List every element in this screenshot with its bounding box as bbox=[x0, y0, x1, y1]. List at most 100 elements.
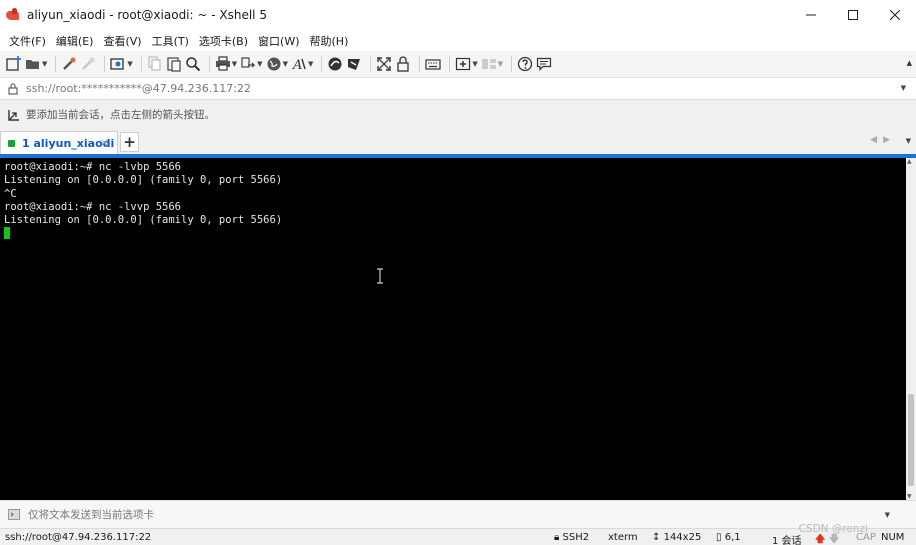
chevron-down-icon[interactable]: ▼ bbox=[885, 511, 890, 519]
scroll-up-icon[interactable]: ▲ bbox=[907, 158, 912, 165]
print-button[interactable]: ▼ bbox=[215, 53, 237, 75]
font-button[interactable]: A ▼ bbox=[291, 53, 313, 75]
status-protocol: 🔒︎ SSH2 bbox=[554, 532, 589, 543]
tab-close-icon[interactable]: × bbox=[100, 136, 109, 149]
reconnect-button[interactable] bbox=[61, 53, 77, 75]
keyboard-icon bbox=[425, 59, 441, 70]
chevron-down-icon: ▼ bbox=[307, 60, 314, 68]
add-tab-button[interactable]: + bbox=[120, 132, 139, 152]
menu-view[interactable]: 查看(V) bbox=[98, 33, 146, 49]
toolbar-divider bbox=[321, 56, 323, 72]
close-button[interactable] bbox=[874, 0, 916, 30]
tab-bar: 1 aliyun_xiaodi × + ◀▶ ▼ bbox=[0, 129, 916, 154]
watermark: CSDN @renzi bbox=[798, 523, 868, 535]
connect-icon bbox=[63, 57, 76, 70]
terminal-line: root@xiaodi:~# nc -lvbp 5566 bbox=[4, 161, 182, 173]
close-icon bbox=[890, 10, 900, 20]
menu-bar: 文件(F) 编辑(E) 查看(V) 工具(T) 选项卡(B) 窗口(W) 帮助(… bbox=[0, 30, 916, 51]
maximize-icon bbox=[848, 10, 858, 20]
terminal-line: Listening on [0.0.0.0] (family 0, port 5… bbox=[4, 174, 283, 187]
new-tab-button[interactable]: ▼ bbox=[455, 53, 478, 75]
chevron-down-icon: ▼ bbox=[231, 60, 238, 68]
copy-button[interactable] bbox=[147, 53, 163, 75]
chevron-down-icon[interactable]: ▼ bbox=[901, 84, 906, 92]
layout-button[interactable]: ▼ bbox=[481, 53, 503, 75]
font-icon: A bbox=[292, 58, 306, 72]
position-icon: ▯ bbox=[716, 532, 722, 543]
lock-button[interactable] bbox=[395, 53, 411, 75]
status-position-text: 6,1 bbox=[724, 532, 741, 543]
disconnect-icon bbox=[82, 57, 95, 70]
tab-scroll-arrows-icon[interactable]: ◀▶ bbox=[870, 135, 896, 145]
links-bar: 要添加当前会话，点击左侧的箭头按钮。 bbox=[0, 100, 916, 129]
terminal-scrollbar[interactable]: ▲ ▼ bbox=[906, 158, 916, 500]
status-num: NUM bbox=[881, 532, 905, 543]
scroll-down-icon[interactable]: ▼ bbox=[907, 493, 912, 500]
properties-icon bbox=[110, 58, 125, 70]
paste-button[interactable] bbox=[166, 53, 182, 75]
terminal-cursor bbox=[4, 227, 10, 240]
find-button[interactable] bbox=[185, 53, 201, 75]
address-bar[interactable]: ssh://root:***********@47.94.236.117:22 … bbox=[0, 78, 916, 100]
status-size-text: 144x25 bbox=[663, 532, 702, 543]
terminal-line: ^C bbox=[4, 187, 17, 200]
maximize-button[interactable] bbox=[832, 0, 874, 30]
menu-window[interactable]: 窗口(W) bbox=[253, 33, 304, 49]
toolbar-divider bbox=[140, 56, 142, 72]
new-tab-icon bbox=[456, 57, 471, 71]
new-session-icon bbox=[6, 56, 21, 71]
terminal-line: Listening on [0.0.0.0] (family 0, port 5… bbox=[4, 214, 283, 227]
xmanager-button[interactable] bbox=[346, 53, 362, 75]
toolbar-divider bbox=[104, 56, 106, 72]
menu-help[interactable]: 帮助(H) bbox=[305, 33, 354, 49]
tab-aliyun-xiaodi[interactable]: 1 aliyun_xiaodi × bbox=[0, 131, 118, 154]
fullscreen-button[interactable] bbox=[376, 53, 392, 75]
svg-text:A: A bbox=[292, 58, 302, 72]
find-icon bbox=[185, 57, 200, 72]
new-session-button[interactable] bbox=[6, 53, 22, 75]
arrow-icon[interactable] bbox=[8, 109, 20, 121]
chat-button[interactable] bbox=[536, 53, 552, 75]
toolbar: ▼ ▼ ▼ ▼ ▼ A ▼ ▼ ▼ ▲ bbox=[0, 51, 916, 78]
chevron-down-icon: ▼ bbox=[42, 60, 48, 68]
menu-edit[interactable]: 编辑(E) bbox=[51, 33, 99, 49]
minimize-button[interactable] bbox=[790, 0, 832, 30]
chevron-down-icon: ▼ bbox=[257, 60, 263, 68]
copy-icon bbox=[148, 56, 161, 71]
open-session-button[interactable]: ▼ bbox=[25, 53, 47, 75]
menu-tools[interactable]: 工具(T) bbox=[147, 33, 194, 49]
status-connection: ssh://root@47.94.236.117:22 bbox=[5, 532, 152, 543]
keyboard-button[interactable] bbox=[425, 53, 441, 75]
disconnect-button[interactable] bbox=[80, 53, 96, 75]
terminal-line: root@xiaodi:~# nc -lvvp 5566 bbox=[4, 200, 182, 213]
xftp-button[interactable] bbox=[327, 53, 343, 75]
terminal[interactable]: root@xiaodi:~# nc -lvbp 5566 Listening o… bbox=[0, 158, 906, 500]
lock-icon bbox=[397, 56, 409, 72]
transfer-icon bbox=[241, 57, 256, 68]
window-controls bbox=[790, 0, 916, 30]
status-size: ↕ 144x25 bbox=[652, 532, 701, 543]
toolbar-divider bbox=[208, 56, 210, 72]
scrollbar-thumb[interactable] bbox=[908, 394, 914, 486]
help-icon bbox=[517, 56, 533, 72]
encoding-button[interactable]: ▼ bbox=[266, 53, 288, 75]
compose-bar[interactable]: 仅将文本发送到当前选项卡 ▼ bbox=[0, 500, 916, 528]
menu-tab[interactable]: 选项卡(B) bbox=[194, 33, 253, 49]
chevron-down-icon: ▼ bbox=[472, 60, 478, 68]
chat-icon bbox=[537, 57, 552, 71]
tab-list-icon[interactable]: ▼ bbox=[906, 137, 911, 145]
text-cursor-icon bbox=[377, 268, 383, 284]
toolbar-overflow-icon[interactable]: ▲ bbox=[907, 59, 912, 67]
menu-file[interactable]: 文件(F) bbox=[4, 33, 51, 49]
address-value: ssh://root:***********@47.94.236.117:22 bbox=[26, 82, 251, 95]
hint-text: 要添加当前会话，点击左侧的箭头按钮。 bbox=[26, 109, 215, 121]
status-terminal-type: xterm bbox=[608, 532, 638, 543]
paste-icon bbox=[167, 57, 181, 72]
print-icon bbox=[215, 56, 230, 71]
toolbar-divider bbox=[449, 56, 451, 72]
properties-button[interactable]: ▼ bbox=[110, 53, 133, 75]
title-bar: aliyun_xiaodi - root@xiaodi: ~ - Xshell … bbox=[0, 0, 916, 30]
help-button[interactable] bbox=[517, 53, 533, 75]
open-folder-icon bbox=[26, 60, 39, 69]
transfer-button[interactable]: ▼ bbox=[240, 53, 263, 75]
